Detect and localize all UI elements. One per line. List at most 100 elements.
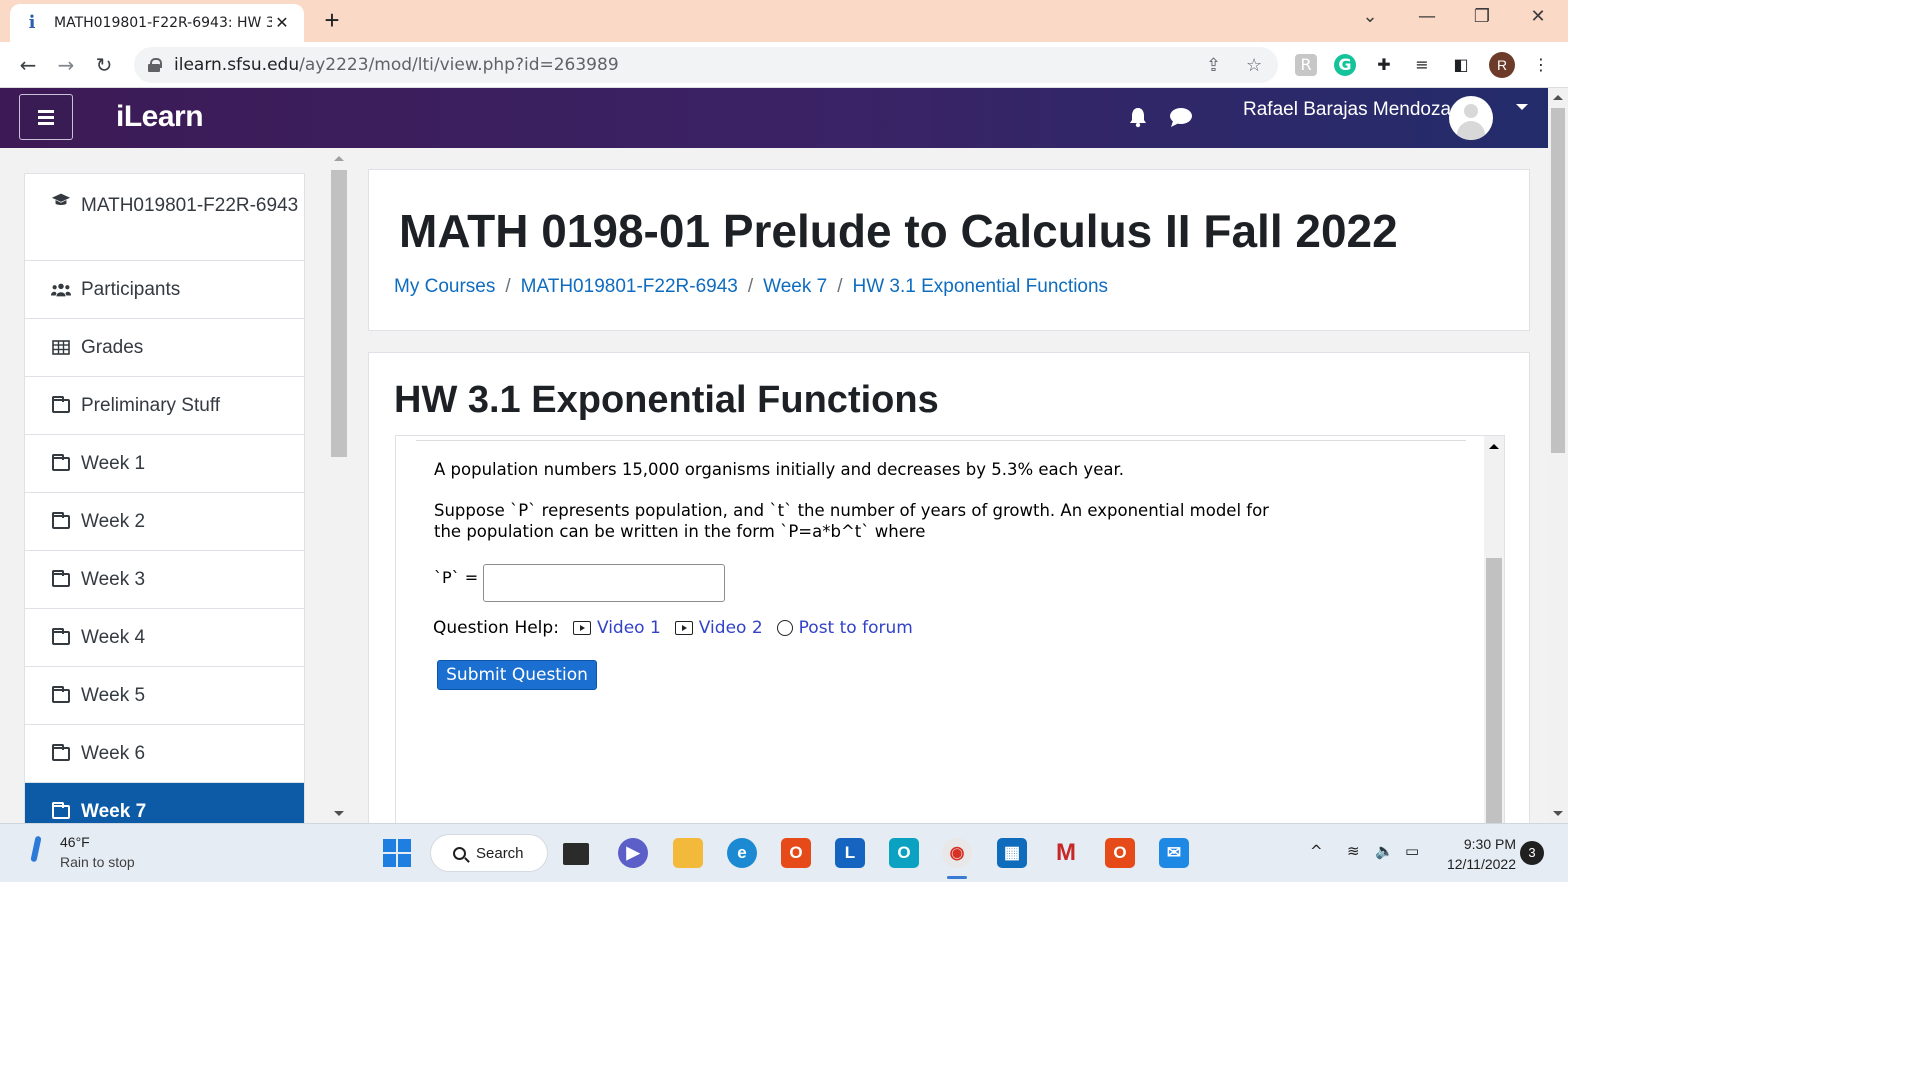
video-1-link[interactable]: Video 1 xyxy=(572,618,661,638)
extensions-puzzle-icon[interactable]: ✚ xyxy=(1373,54,1395,76)
drawer-scrollbar-thumb[interactable] xyxy=(331,170,347,457)
drawer-item-week-6[interactable]: Week 6 xyxy=(25,725,304,783)
frame-scroll-up-icon[interactable] xyxy=(1489,444,1499,449)
minimize-button[interactable]: — xyxy=(1407,6,1447,32)
page-scrollbar-thumb[interactable] xyxy=(1551,108,1565,453)
drawer-item-preliminary-stuff[interactable]: Preliminary Stuff xyxy=(25,377,304,435)
scroll-down-arrow-icon[interactable] xyxy=(1553,811,1563,816)
windows-start-icon[interactable] xyxy=(383,839,411,867)
user-name[interactable]: Rafael Barajas Mendoza xyxy=(1243,99,1451,121)
post-to-forum-link[interactable]: Post to forum xyxy=(776,618,913,638)
tab-close-icon[interactable]: ✕ xyxy=(272,13,292,33)
side-panel-icon[interactable]: ◧ xyxy=(1450,54,1472,76)
drawer-item-label: Week 5 xyxy=(81,684,146,706)
frame-scrollbar-thumb[interactable] xyxy=(1486,558,1502,823)
user-menu-caret-icon[interactable] xyxy=(1516,104,1528,110)
bookmark-star-icon[interactable]: ☆ xyxy=(1246,55,1262,76)
volume-icon[interactable]: 🔈 xyxy=(1375,842,1394,860)
lti-question-frame: A population numbers 15,000 organisms in… xyxy=(395,435,1505,823)
drawer-item-label: MATH019801-F22R-6943 xyxy=(81,195,299,216)
folder-icon xyxy=(51,569,71,587)
messages-chat-icon[interactable] xyxy=(1168,106,1194,128)
restore-button[interactable]: ❐ xyxy=(1462,6,1502,32)
question-text-model: Suppose `P` represents population, and `… xyxy=(434,501,1269,541)
teams-chat-icon[interactable]: ▶ xyxy=(618,838,648,868)
breadcrumb-week-7[interactable]: Week 7 xyxy=(763,276,827,297)
grammarly-extension-icon[interactable]: G xyxy=(1334,54,1356,76)
activity-card: HW 3.1 Exponential Functions A populatio… xyxy=(368,352,1530,823)
page-scrollbar[interactable] xyxy=(1548,88,1568,823)
video-2-link[interactable]: Video 2 xyxy=(674,618,763,638)
drawer-item-week-1[interactable]: Week 1 xyxy=(25,435,304,493)
user-avatar[interactable] xyxy=(1449,96,1493,140)
weather-widget[interactable]: 46°F Rain to stop xyxy=(30,834,135,870)
share-icon[interactable]: ⇪ xyxy=(1206,55,1221,76)
site-logo[interactable]: iLearn xyxy=(116,100,204,134)
battery-icon[interactable]: ▭ xyxy=(1405,842,1419,860)
drawer-scroll-down-icon[interactable] xyxy=(334,811,344,816)
browser-tab[interactable]: i MATH019801-F22R-6943: HW 3.1 ✕ xyxy=(10,4,304,42)
task-view-icon[interactable] xyxy=(563,843,589,865)
media-control-icon[interactable]: ≡ xyxy=(1411,54,1433,76)
mail-icon[interactable]: ✉ xyxy=(1159,838,1189,868)
drawer-item-week-3[interactable]: Week 3 xyxy=(25,551,304,609)
extension-icon[interactable]: R xyxy=(1295,54,1317,76)
question-help-label: Question Help: xyxy=(433,618,559,638)
drawer-item-week-7[interactable]: Week 7 xyxy=(25,783,304,823)
chrome-menu-icon[interactable]: ⋮ xyxy=(1530,54,1552,76)
cortana-app-icon[interactable]: O xyxy=(889,838,919,868)
drawer-item-course[interactable]: MATH019801-F22R-6943 xyxy=(25,174,304,261)
edge-browser-icon[interactable]: e xyxy=(727,838,757,868)
page-title: MATH 0198-01 Prelude to Calculus II Fall… xyxy=(399,205,1398,257)
office-app-icon[interactable]: O xyxy=(1105,838,1135,868)
back-button[interactable]: ← xyxy=(14,51,42,79)
wifi-icon[interactable]: ≋ xyxy=(1347,842,1360,860)
forward-button[interactable]: → xyxy=(52,51,80,79)
ilearn-favicon-icon: i xyxy=(28,12,36,33)
speech-bubble-icon xyxy=(776,620,793,636)
tab-search-chevron-icon[interactable]: ⌄ xyxy=(1350,6,1390,32)
close-window-button[interactable]: ✕ xyxy=(1518,6,1558,32)
taskbar-search[interactable]: Search xyxy=(430,834,548,872)
office-icon[interactable]: O xyxy=(781,838,811,868)
drawer-item-label: Week 3 xyxy=(81,568,146,590)
chrome-browser-icon[interactable]: ◉ xyxy=(942,838,972,868)
profile-avatar[interactable]: R xyxy=(1489,52,1515,78)
drawer-item-week-2[interactable]: Week 2 xyxy=(25,493,304,551)
drawer-item-label: Week 4 xyxy=(81,626,146,648)
system-clock[interactable]: 9:30 PM 12/11/2022 xyxy=(1440,834,1516,874)
scroll-up-arrow-icon[interactable] xyxy=(1553,95,1563,100)
drawer-item-week-5[interactable]: Week 5 xyxy=(25,667,304,725)
reload-button[interactable]: ↻ xyxy=(90,51,118,79)
drawer-item-week-4[interactable]: Week 4 xyxy=(25,609,304,667)
breadcrumb-course[interactable]: MATH019801-F22R-6943 xyxy=(521,276,738,297)
breadcrumb-activity[interactable]: HW 3.1 Exponential Functions xyxy=(852,276,1108,297)
drawer-item-label: Participants xyxy=(81,278,181,300)
tab-title: MATH019801-F22R-6943: HW 3.1 xyxy=(54,15,272,31)
users-icon xyxy=(51,282,71,298)
breadcrumb-my-courses[interactable]: My Courses xyxy=(394,276,495,297)
folder-icon xyxy=(51,453,71,471)
drawer-item-participants[interactable]: Participants xyxy=(25,261,304,319)
microsoft-store-icon[interactable]: ▦ xyxy=(997,838,1027,868)
folder-icon xyxy=(51,511,71,529)
notification-count-badge[interactable]: 3 xyxy=(1520,841,1544,865)
drawer-toggle-button[interactable] xyxy=(19,94,73,140)
show-hidden-icons-chevron-icon[interactable]: ^ xyxy=(1310,842,1323,860)
frame-scrollbar[interactable] xyxy=(1484,436,1504,823)
drawer-item-grades[interactable]: Grades xyxy=(25,319,304,377)
new-tab-button[interactable]: + xyxy=(318,7,346,35)
drawer-item-label: Week 1 xyxy=(81,452,146,474)
lock-icon xyxy=(148,58,162,72)
submit-question-button[interactable]: Submit Question xyxy=(437,660,597,690)
address-bar[interactable]: ilearn.sfsu.edu/ay2223/mod/lti/view.php?… xyxy=(134,47,1278,83)
l-app-icon[interactable]: L xyxy=(835,838,865,868)
drawer-scrollbar[interactable] xyxy=(330,148,348,823)
folder-icon xyxy=(51,627,71,645)
file-explorer-icon[interactable] xyxy=(673,838,703,868)
mcafee-icon[interactable]: M xyxy=(1051,838,1081,868)
answer-input[interactable] xyxy=(483,564,725,602)
drawer-scroll-up-icon[interactable] xyxy=(334,156,344,161)
course-navigation-drawer: MATH019801-F22R-6943 Participants Grades… xyxy=(24,173,305,823)
notification-bell-icon[interactable] xyxy=(1127,106,1149,128)
